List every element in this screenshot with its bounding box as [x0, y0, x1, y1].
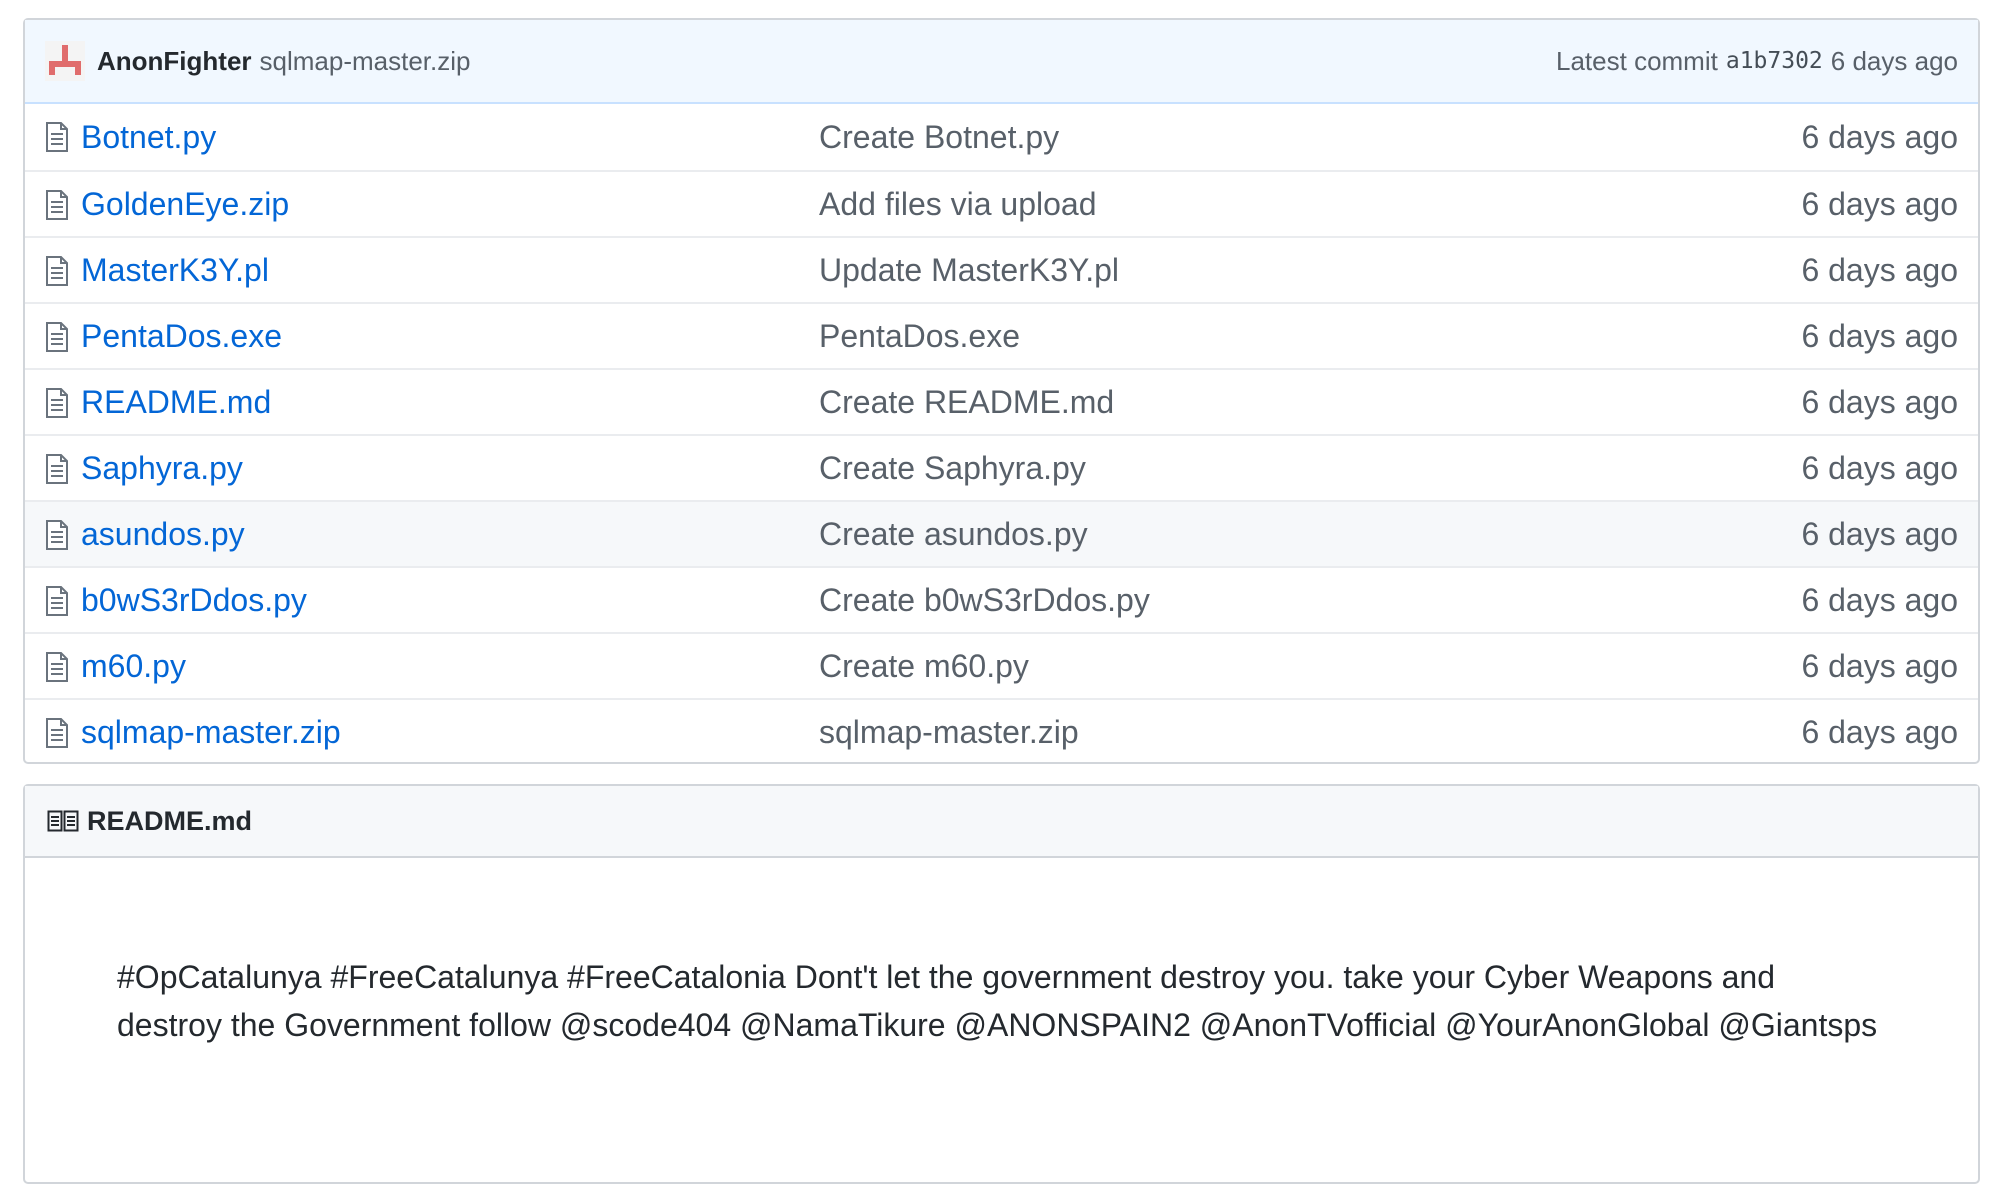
commit-message-link[interactable]: Create Botnet.py: [819, 119, 1059, 156]
commit-age: 6 days ago: [1801, 317, 1958, 354]
commit-message-link[interactable]: Create m60.py: [819, 648, 1029, 685]
readme-content: #OpCatalunya #FreeCatalunya #FreeCatalon…: [117, 959, 1878, 1043]
file-name-link[interactable]: m60.py: [81, 648, 186, 685]
commit-message-link[interactable]: Update MasterK3Y.pl: [819, 252, 1119, 289]
file-icon: [46, 388, 68, 418]
file-row[interactable]: Saphyra.py Create Saphyra.py 6 days ago: [25, 434, 1978, 500]
file-row[interactable]: Botnet.py Create Botnet.py 6 days ago: [25, 104, 1978, 170]
file-icon: [46, 652, 68, 682]
file-icon: [46, 586, 68, 616]
file-row[interactable]: m60.py Create m60.py 6 days ago: [25, 632, 1978, 698]
file-row[interactable]: b0wS3rDdos.py Create b0wS3rDdos.py 6 days …: [25, 566, 1978, 632]
file-row[interactable]: PentaDos.exe PentaDos.exe 6 days ago: [25, 302, 1978, 368]
file-name-link[interactable]: asundos.py: [81, 516, 245, 553]
file-name-link[interactable]: b0wS3rDdos.py: [81, 582, 307, 619]
commit-message-link[interactable]: sqlmap-master.zip: [819, 714, 1079, 751]
commit-age: 6 days ago: [1830, 45, 1958, 76]
file-row[interactable]: sqlmap-master.zip sqlmap-master.zip 6 days…: [25, 698, 1978, 764]
avatar[interactable]: [45, 41, 85, 81]
commit-age: 6 days ago: [1801, 251, 1958, 288]
commit-age: 6 days ago: [1801, 515, 1958, 552]
commit-meta: Latest commit a1b7302 6 days ago: [1556, 46, 1958, 77]
commit-age: 6 days ago: [1801, 118, 1958, 155]
commit-age: 6 days ago: [1801, 449, 1958, 486]
latest-commit-label: Latest commit: [1556, 45, 1718, 76]
file-icon: [46, 190, 68, 220]
commit-age: 6 days ago: [1801, 581, 1958, 618]
file-name-link[interactable]: Saphyra.py: [81, 450, 243, 487]
file-icon: [46, 520, 68, 550]
file-name-link[interactable]: Botnet.py: [81, 119, 216, 156]
commit-sha-link[interactable]: a1b7302: [1726, 48, 1823, 74]
file-row[interactable]: asundos.py Create asundos.py 6 days ago: [25, 500, 1978, 566]
file-icon: [46, 256, 68, 286]
book-icon: [47, 810, 79, 832]
commit-message-link[interactable]: sqlmap-master.zip: [260, 46, 471, 77]
commit-message-link[interactable]: PentaDos.exe: [819, 318, 1020, 355]
commit-age: 6 days ago: [1801, 647, 1958, 684]
file-icon: [46, 718, 68, 748]
commit-message-link[interactable]: Create README.md: [819, 384, 1114, 421]
file-icon: [46, 454, 68, 484]
commit-age: 6 days ago: [1801, 185, 1958, 222]
commit-message-link[interactable]: Add files via upload: [819, 186, 1097, 223]
file-list: AnonFighter sqlmap-master.zip Latest com…: [23, 18, 1980, 764]
file-row[interactable]: GoldenEye.zip Add files via upload 6 days …: [25, 170, 1978, 236]
commit-author-link[interactable]: AnonFighter: [97, 46, 252, 77]
readme-panel: README.md #OpCatalunya #FreeCatalunya #F…: [23, 784, 1980, 1184]
commit-age: 6 days ago: [1801, 713, 1958, 750]
file-row[interactable]: README.md Create README.md 6 days ago: [25, 368, 1978, 434]
file-name-link[interactable]: README.md: [81, 384, 271, 421]
file-name-link[interactable]: PentaDos.exe: [81, 318, 282, 355]
readme-header: README.md: [25, 786, 1978, 858]
readme-title: README.md: [87, 805, 253, 836]
file-name-link[interactable]: sqlmap-master.zip: [81, 714, 341, 751]
latest-commit-bar: AnonFighter sqlmap-master.zip Latest com…: [25, 20, 1978, 104]
commit-message-link[interactable]: Create b0wS3rDdos.py: [819, 582, 1150, 619]
commit-age: 6 days ago: [1801, 383, 1958, 420]
file-name-link[interactable]: MasterK3Y.pl: [81, 252, 269, 289]
commit-message-link[interactable]: Create asundos.py: [819, 516, 1088, 553]
file-name-link[interactable]: GoldenEye.zip: [81, 186, 289, 223]
file-icon: [46, 322, 68, 352]
file-row[interactable]: MasterK3Y.pl Update MasterK3Y.pl 6 days ag…: [25, 236, 1978, 302]
file-icon: [46, 122, 68, 152]
commit-message-link[interactable]: Create Saphyra.py: [819, 450, 1086, 487]
